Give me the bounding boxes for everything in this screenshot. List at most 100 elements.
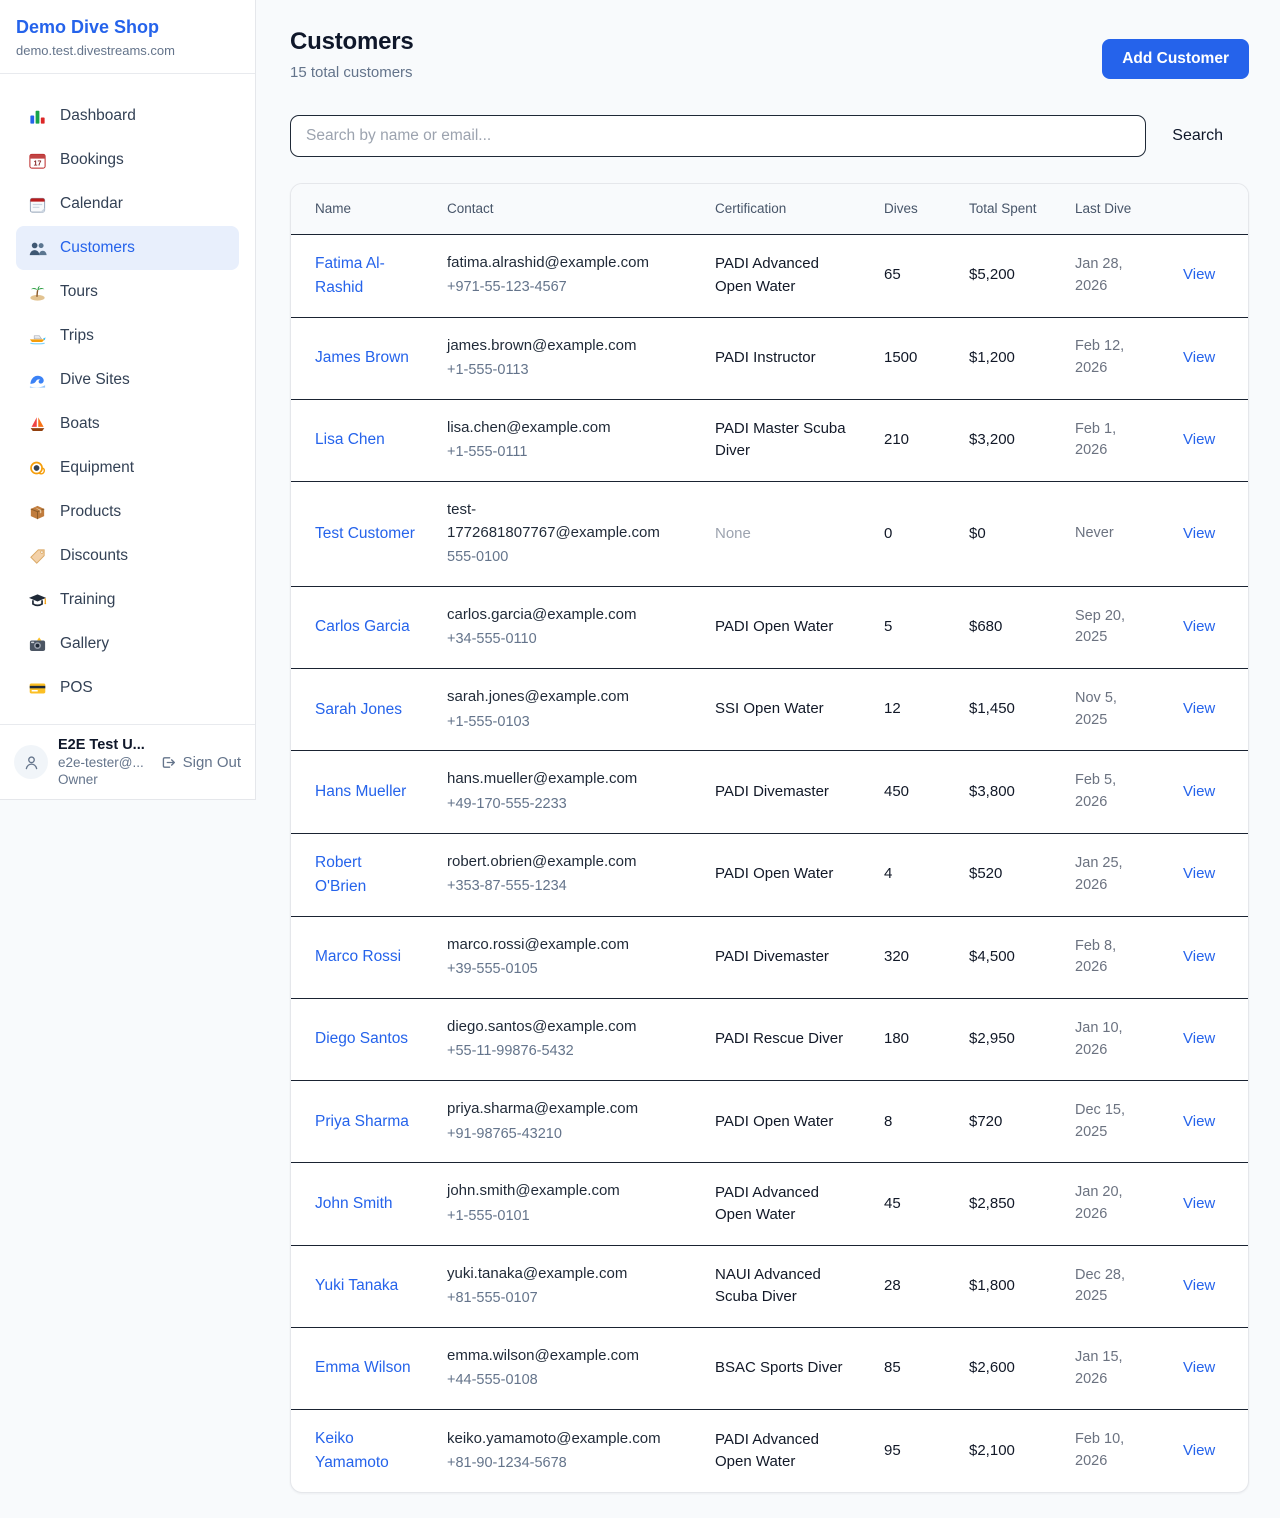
sidebar-item-bookings[interactable]: 17Bookings [16, 138, 239, 182]
customer-name-link[interactable]: Sarah Jones [315, 698, 402, 722]
sidebar-item-label: Boats [60, 415, 100, 433]
search-input[interactable] [290, 115, 1146, 157]
customer-name-link[interactable]: Carlos Garcia [315, 615, 410, 639]
customer-name-link[interactable]: Test Customer [315, 522, 415, 546]
sidebar-item-discounts[interactable]: Discounts [16, 534, 239, 578]
shop-title[interactable]: Demo Dive Shop [16, 17, 239, 38]
customer-name-link[interactable]: John Smith [315, 1192, 393, 1216]
sidebar-item-label: Bookings [60, 151, 124, 169]
view-link[interactable]: View [1183, 431, 1215, 448]
search-button[interactable]: Search [1146, 127, 1249, 145]
view-link[interactable]: View [1183, 700, 1215, 717]
sidebar-item-pos[interactable]: POS [16, 666, 239, 710]
page-header: Customers 15 total customers Add Custome… [290, 28, 1249, 81]
sidebar-item-label: Products [60, 503, 121, 521]
customer-name-link[interactable]: Keiko Yamamoto [315, 1427, 415, 1475]
customer-last-dive: Jan 15, 2026 [1059, 1327, 1167, 1409]
customer-name-link[interactable]: Robert O'Brien [315, 851, 415, 899]
customer-phone: +1-555-0103 [447, 712, 683, 734]
customer-name-link[interactable]: Fatima Al-Rashid [315, 252, 415, 300]
customer-dives: 45 [868, 1163, 953, 1245]
customer-name-link[interactable]: Marco Rossi [315, 945, 401, 969]
sign-out-label: Sign Out [183, 754, 241, 771]
sidebar-item-label: Trips [60, 327, 94, 345]
view-link[interactable]: View [1183, 1113, 1215, 1130]
customer-email: lisa.chen@example.com [447, 417, 683, 440]
sidebar-item-products[interactable]: Products [16, 490, 239, 534]
customer-last-dive: Feb 5, 2026 [1059, 751, 1167, 833]
customer-name-link[interactable]: Emma Wilson [315, 1356, 411, 1380]
user-role: Owner [58, 772, 149, 787]
customer-contact-cell: carlos.garcia@example.com+34-555-0110 [431, 586, 699, 668]
view-link[interactable]: View [1183, 266, 1215, 283]
sidebar-item-trips[interactable]: Trips [16, 314, 239, 358]
customer-certification: PADI Open Water [699, 833, 868, 916]
sidebar-item-customers[interactable]: Customers [16, 226, 239, 270]
view-link[interactable]: View [1183, 349, 1215, 366]
customer-certification: PADI Rescue Diver [699, 998, 868, 1080]
sign-out-button[interactable]: Sign Out [159, 754, 241, 771]
view-link[interactable]: View [1183, 618, 1215, 635]
customer-email: yuki.tanaka@example.com [447, 1263, 683, 1286]
table-row: Robert O'Brienrobert.obrien@example.com+… [291, 833, 1249, 916]
view-link[interactable]: View [1183, 865, 1215, 882]
sidebar-item-label: Customers [60, 239, 135, 257]
view-link[interactable]: View [1183, 783, 1215, 800]
customer-total-spent: $1,200 [953, 317, 1059, 399]
sidebar-item-boats[interactable]: Boats [16, 402, 239, 446]
table-header-row: Name Contact Certification Dives Total S… [291, 184, 1249, 234]
sidebar-item-equipment[interactable]: Equipment [16, 446, 239, 490]
customer-name-link[interactable]: Priya Sharma [315, 1110, 409, 1134]
customer-phone: +81-90-1234-5678 [447, 1453, 683, 1475]
customer-phone: +39-555-0105 [447, 959, 683, 981]
customer-email: diego.santos@example.com [447, 1016, 683, 1039]
add-customer-button[interactable]: Add Customer [1102, 39, 1249, 79]
sidebar-item-training[interactable]: Training [16, 578, 239, 622]
view-link[interactable]: View [1183, 1442, 1215, 1459]
customer-certification: NAUI Advanced Scuba Diver [699, 1245, 868, 1327]
customer-count: 15 total customers [290, 64, 414, 81]
customer-actions-cell: View [1167, 1327, 1249, 1409]
customer-phone: +49-170-555-2233 [447, 794, 683, 816]
sidebar-item-tours[interactable]: Tours [16, 270, 239, 314]
view-link[interactable]: View [1183, 1030, 1215, 1047]
column-header-total-spent: Total Spent [953, 184, 1059, 234]
view-link[interactable]: View [1183, 948, 1215, 965]
customer-name-cell: Marco Rossi [291, 916, 431, 998]
customer-dives: 210 [868, 399, 953, 481]
customer-name-link[interactable]: Lisa Chen [315, 428, 385, 452]
customer-name-link[interactable]: James Brown [315, 346, 409, 370]
view-link[interactable]: View [1183, 1277, 1215, 1294]
sidebar-item-gallery[interactable]: Gallery [16, 622, 239, 666]
customer-name-link[interactable]: Diego Santos [315, 1027, 408, 1051]
customer-dives: 180 [868, 998, 953, 1080]
sign-out-icon [159, 754, 176, 771]
column-header-last-dive: Last Dive [1059, 184, 1167, 234]
customer-total-spent: $4,500 [953, 916, 1059, 998]
customer-name-cell: Lisa Chen [291, 399, 431, 481]
customer-contact-cell: hans.mueller@example.com+49-170-555-2233 [431, 751, 699, 833]
customer-dives: 4 [868, 833, 953, 916]
sidebar-item-label: Calendar [60, 195, 123, 213]
column-header-name: Name [291, 184, 431, 234]
customer-total-spent: $2,600 [953, 1327, 1059, 1409]
sidebar-item-dive-sites[interactable]: Dive Sites [16, 358, 239, 402]
view-link[interactable]: View [1183, 525, 1215, 542]
customer-contact-cell: marco.rossi@example.com+39-555-0105 [431, 916, 699, 998]
customer-phone: +55-11-99876-5432 [447, 1041, 683, 1063]
customer-contact-cell: john.smith@example.com+1-555-0101 [431, 1163, 699, 1245]
view-link[interactable]: View [1183, 1195, 1215, 1212]
customer-actions-cell: View [1167, 1245, 1249, 1327]
table-row: Diego Santos diego.santos@example.com+55-… [291, 998, 1249, 1080]
customer-name-link[interactable]: Yuki Tanaka [315, 1274, 398, 1298]
customer-actions-cell: View [1167, 751, 1249, 833]
view-link[interactable]: View [1183, 1359, 1215, 1376]
customer-total-spent: $5,200 [953, 234, 1059, 317]
customer-name-link[interactable]: Hans Mueller [315, 780, 406, 804]
sidebar-item-dashboard[interactable]: Dashboard [16, 94, 239, 138]
table-row: Sarah Jonessarah.jones@example.com+1-555… [291, 669, 1249, 751]
table-row: Carlos Garcia carlos.garcia@example.com+3… [291, 586, 1249, 668]
customer-certification: PADI Advanced Open Water [699, 1410, 868, 1493]
sidebar-item-calendar[interactable]: Calendar [16, 182, 239, 226]
customer-certification: PADI Instructor [699, 317, 868, 399]
